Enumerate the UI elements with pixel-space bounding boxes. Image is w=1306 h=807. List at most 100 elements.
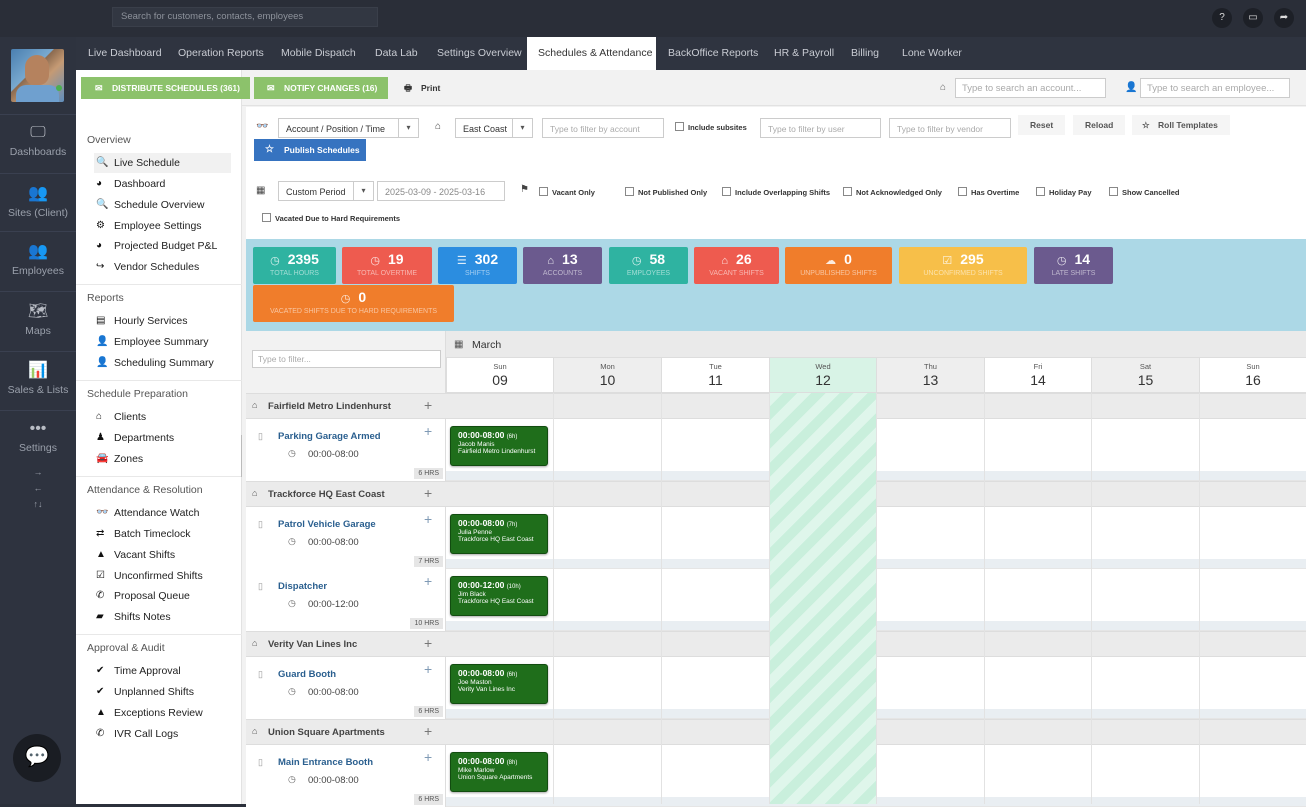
menu-departments[interactable]: ♟Departments xyxy=(94,428,231,448)
roll-templates-button[interactable]: ☆Roll Templates xyxy=(1132,115,1230,135)
stat-total-hours[interactable]: ◷2395TOTAL HOURS xyxy=(253,247,336,284)
share-icon[interactable]: ➦ xyxy=(1274,8,1294,28)
stat-vacated-hard-req[interactable]: ◷0VACATED SHIFTS DUE TO HARD REQUIREMENT… xyxy=(253,285,454,322)
day-header-sat-15[interactable]: Sat15 xyxy=(1091,358,1199,393)
tab-billing[interactable]: Billing xyxy=(840,37,890,70)
tab-schedules-attendance[interactable]: Schedules & Attendance xyxy=(527,37,656,70)
stat-accounts[interactable]: ⌂13ACCOUNTS xyxy=(523,247,602,284)
expand-arrow-icon[interactable]: → xyxy=(0,467,76,477)
tab-operation-reports[interactable]: Operation Reports xyxy=(167,37,275,70)
date-range-input[interactable]: 2025-03-09 - 2025-03-16 xyxy=(377,181,505,201)
publish-schedules-button[interactable]: ☆Publish Schedules xyxy=(254,139,366,161)
menu-employee-summary[interactable]: 👤Employee Summary xyxy=(94,332,231,352)
add-icon[interactable]: + xyxy=(424,511,432,527)
menu-zones[interactable]: 🚘Zones xyxy=(94,449,231,469)
not-published-only-checkbox[interactable]: Not Published Only xyxy=(625,187,707,197)
include-subsites-checkbox[interactable]: Include subsites xyxy=(675,122,747,132)
rail-settings[interactable]: •••Settings xyxy=(0,420,76,454)
day-header-sun-16[interactable]: Sun16 xyxy=(1199,358,1306,393)
menu-proposal-queue[interactable]: ✆Proposal Queue xyxy=(94,586,231,606)
vendor-filter-input[interactable]: Type to filter by vendor xyxy=(889,118,1011,138)
menu-scheduling-summary[interactable]: 👤Scheduling Summary xyxy=(94,353,231,373)
tab-lone-worker[interactable]: Lone Worker xyxy=(891,37,973,70)
show-cancelled-checkbox[interactable]: Show Cancelled xyxy=(1109,187,1180,197)
menu-time-approval[interactable]: ✔Time Approval xyxy=(94,661,231,681)
avatar[interactable] xyxy=(11,49,64,102)
tab-live-dashboard[interactable]: Live Dashboard xyxy=(77,37,173,70)
add-icon[interactable]: + xyxy=(424,423,432,439)
menu-vacant-shifts[interactable]: ▲Vacant Shifts xyxy=(94,545,231,565)
user-filter-input[interactable]: Type to filter by user xyxy=(760,118,881,138)
menu-batch-timeclock[interactable]: ⇄Batch Timeclock xyxy=(94,524,231,544)
group-by-select[interactable]: Account / Position / Time xyxy=(278,118,399,138)
tab-backoffice-reports[interactable]: BackOffice Reports xyxy=(657,37,769,70)
stat-vacant-shifts[interactable]: ⌂26VACANT SHIFTS xyxy=(694,247,779,284)
stat-shifts[interactable]: ☰302SHIFTS xyxy=(438,247,517,284)
stat-total-overtime[interactable]: ◷19TOTAL OVERTIME xyxy=(342,247,432,284)
account-search-input[interactable]: Type to search an account... xyxy=(955,78,1106,98)
chat-bubble-icon[interactable]: 💬 xyxy=(13,734,61,782)
add-icon[interactable]: + xyxy=(424,723,432,739)
reset-button[interactable]: Reset xyxy=(1018,115,1065,135)
rail-sites[interactable]: 👥Sites (Client) xyxy=(0,183,76,219)
position-name[interactable]: Parking Garage Armed xyxy=(278,431,381,442)
menu-attendance-watch[interactable]: 👓Attendance Watch xyxy=(94,503,231,523)
include-overlapping-checkbox[interactable]: Include Overlapping Shifts xyxy=(722,187,830,197)
position-name[interactable]: Dispatcher xyxy=(278,581,327,592)
add-icon[interactable]: + xyxy=(424,749,432,765)
tab-data-lab[interactable]: Data Lab xyxy=(364,37,429,70)
chevron-down-icon[interactable]: ▾ xyxy=(399,118,419,138)
tab-hr-payroll[interactable]: HR & Payroll xyxy=(763,37,845,70)
rail-dashboards[interactable]: 🖵Dashboards xyxy=(0,124,76,158)
menu-dashboard[interactable]: ◕Dashboard xyxy=(94,174,231,194)
day-header-fri-14[interactable]: Fri14 xyxy=(984,358,1091,393)
stat-unpublished-shifts[interactable]: ☁0UNPUBLISHED SHIFTS xyxy=(785,247,892,284)
tab-settings-overview[interactable]: Settings Overview xyxy=(426,37,533,70)
add-icon[interactable]: + xyxy=(424,635,432,651)
print-button[interactable]: 🖶Print xyxy=(396,77,440,99)
tab-mobile-dispatch[interactable]: Mobile Dispatch xyxy=(270,37,367,70)
chevron-down-icon[interactable]: ▾ xyxy=(354,181,374,201)
day-header-wed-12[interactable]: Wed12 xyxy=(769,358,876,393)
distribute-schedules-button[interactable]: ✉DISTRIBUTE SCHEDULES (361) xyxy=(82,77,250,99)
day-header-tue-11[interactable]: Tue11 xyxy=(661,358,769,393)
menu-unplanned-shifts[interactable]: ✔Unplanned Shifts xyxy=(94,682,231,702)
menu-vendor-schedules[interactable]: ↪Vendor Schedules xyxy=(94,257,231,277)
stat-late-shifts[interactable]: ◷14LATE SHIFTS xyxy=(1034,247,1113,284)
stat-employees[interactable]: ◷58EMPLOYEES xyxy=(609,247,688,284)
menu-live-schedule[interactable]: 🔍Live Schedule xyxy=(94,153,231,173)
menu-unconfirmed-shifts[interactable]: ☑Unconfirmed Shifts xyxy=(94,566,231,586)
employee-search-input[interactable]: Type to search an employee... xyxy=(1140,78,1290,98)
notify-changes-button[interactable]: ✉NOTIFY CHANGES (16) xyxy=(254,77,388,99)
menu-employee-settings[interactable]: ⚙Employee Settings xyxy=(94,216,231,236)
global-search-input[interactable]: Search for customers, contacts, employee… xyxy=(112,7,378,27)
collapse-arrow-icon[interactable]: ← xyxy=(0,483,76,493)
rail-maps[interactable]: 🗺Maps xyxy=(0,301,76,337)
menu-schedule-overview[interactable]: 🔍Schedule Overview xyxy=(94,195,231,215)
shift-card[interactable]: 00:00-08:00 (8h)Mike MarlowUnion Square … xyxy=(450,752,548,792)
shift-card[interactable]: 00:00-08:00 (6h)Jacob ManisFairfield Met… xyxy=(450,426,548,466)
shift-card[interactable]: 00:00-08:00 (6h)Joe MastonVerity Van Lin… xyxy=(450,664,548,704)
menu-ivr-call-logs[interactable]: ✆IVR Call Logs xyxy=(94,724,231,744)
menu-exceptions-review[interactable]: ▲Exceptions Review xyxy=(94,703,231,723)
has-overtime-checkbox[interactable]: Has Overtime xyxy=(958,187,1019,197)
menu-shifts-notes[interactable]: ▰Shifts Notes xyxy=(94,607,231,627)
menu-clients[interactable]: ⌂Clients xyxy=(94,407,231,427)
rail-sales-lists[interactable]: 📊Sales & Lists xyxy=(0,360,76,396)
stat-unconfirmed-shifts[interactable]: ☑295UNCONFIRMED SHIFTS xyxy=(899,247,1027,284)
menu-hourly-services[interactable]: ▤Hourly Services xyxy=(94,311,231,331)
holiday-pay-checkbox[interactable]: Holiday Pay xyxy=(1036,187,1092,197)
add-icon[interactable]: + xyxy=(424,573,432,589)
position-name[interactable]: Patrol Vehicle Garage xyxy=(278,519,376,530)
shift-card[interactable]: 00:00-08:00 (7h)Julia PenneTrackforce HQ… xyxy=(450,514,548,554)
add-icon[interactable]: + xyxy=(424,661,432,677)
account-filter-input[interactable]: Type to filter by account xyxy=(542,118,664,138)
grid-filter-input[interactable]: Type to filter... xyxy=(252,350,441,368)
menu-projected-budget[interactable]: ◕Projected Budget P&L xyxy=(94,236,231,256)
vacant-only-checkbox[interactable]: Vacant Only xyxy=(539,187,595,197)
help-icon[interactable]: ? xyxy=(1212,8,1232,28)
add-icon[interactable]: + xyxy=(424,485,432,501)
add-icon[interactable]: + xyxy=(424,397,432,413)
day-header-mon-10[interactable]: Mon10 xyxy=(553,358,661,393)
reload-button[interactable]: Reload xyxy=(1073,115,1125,135)
